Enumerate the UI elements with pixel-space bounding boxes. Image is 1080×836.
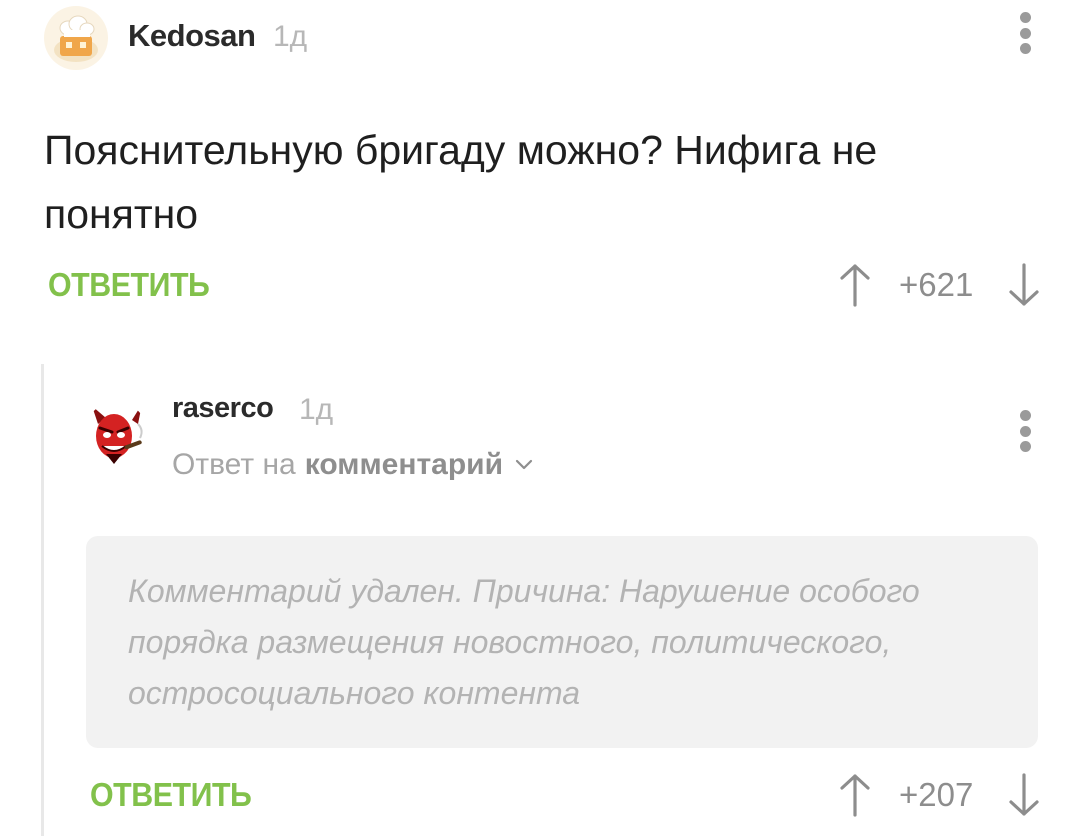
- avatar-raserco[interactable]: [84, 402, 148, 466]
- arrow-down-icon: [1009, 773, 1039, 816]
- reply-to-comment-link[interactable]: комментарий: [305, 448, 503, 482]
- comment-text: Пояснительную бригаду можно? Нифига не п…: [44, 127, 878, 237]
- upvote-button[interactable]: [838, 772, 872, 818]
- red-devil-icon: [92, 404, 143, 464]
- downvote-button[interactable]: [1007, 262, 1041, 308]
- avatar-kedosan[interactable]: [44, 6, 108, 70]
- kebab-menu-icon: [1019, 410, 1031, 421]
- deleted-comment-text: Комментарий удален. Причина: Нарушение о…: [128, 573, 920, 711]
- kebab-menu-icon: [1019, 425, 1031, 437]
- reply-button[interactable]: ОТВЕТИТЬ: [48, 266, 210, 304]
- kebab-menu-icon: [1019, 27, 1031, 39]
- more-options-button[interactable]: [1019, 12, 1031, 54]
- comment-time: 1д: [299, 393, 334, 426]
- thread-branch-line[interactable]: [41, 364, 44, 836]
- reply-to-prefix: Ответ на: [172, 448, 296, 481]
- more-options-button[interactable]: [1019, 410, 1031, 452]
- kebab-menu-icon: [1019, 441, 1031, 452]
- kebab-menu-icon: [1019, 12, 1031, 23]
- arrow-up-icon: [840, 774, 870, 817]
- bakery-chef-icon: [54, 15, 98, 62]
- upvote-button[interactable]: [838, 262, 872, 308]
- comment-score: +207: [899, 776, 974, 813]
- chevron-down-icon[interactable]: [511, 455, 537, 475]
- comment-author[interactable]: Kedosan: [128, 18, 256, 54]
- comment-score: +621: [899, 266, 974, 303]
- comment-author[interactable]: raserco: [172, 392, 274, 425]
- kebab-menu-icon: [1019, 43, 1031, 54]
- downvote-button[interactable]: [1007, 772, 1041, 818]
- arrow-down-icon: [1009, 263, 1039, 306]
- comment-time: 1д: [273, 20, 308, 53]
- reply-to-info: Ответ на комментарий: [172, 448, 537, 482]
- arrow-up-icon: [840, 264, 870, 307]
- reply-button[interactable]: ОТВЕТИТЬ: [90, 776, 252, 814]
